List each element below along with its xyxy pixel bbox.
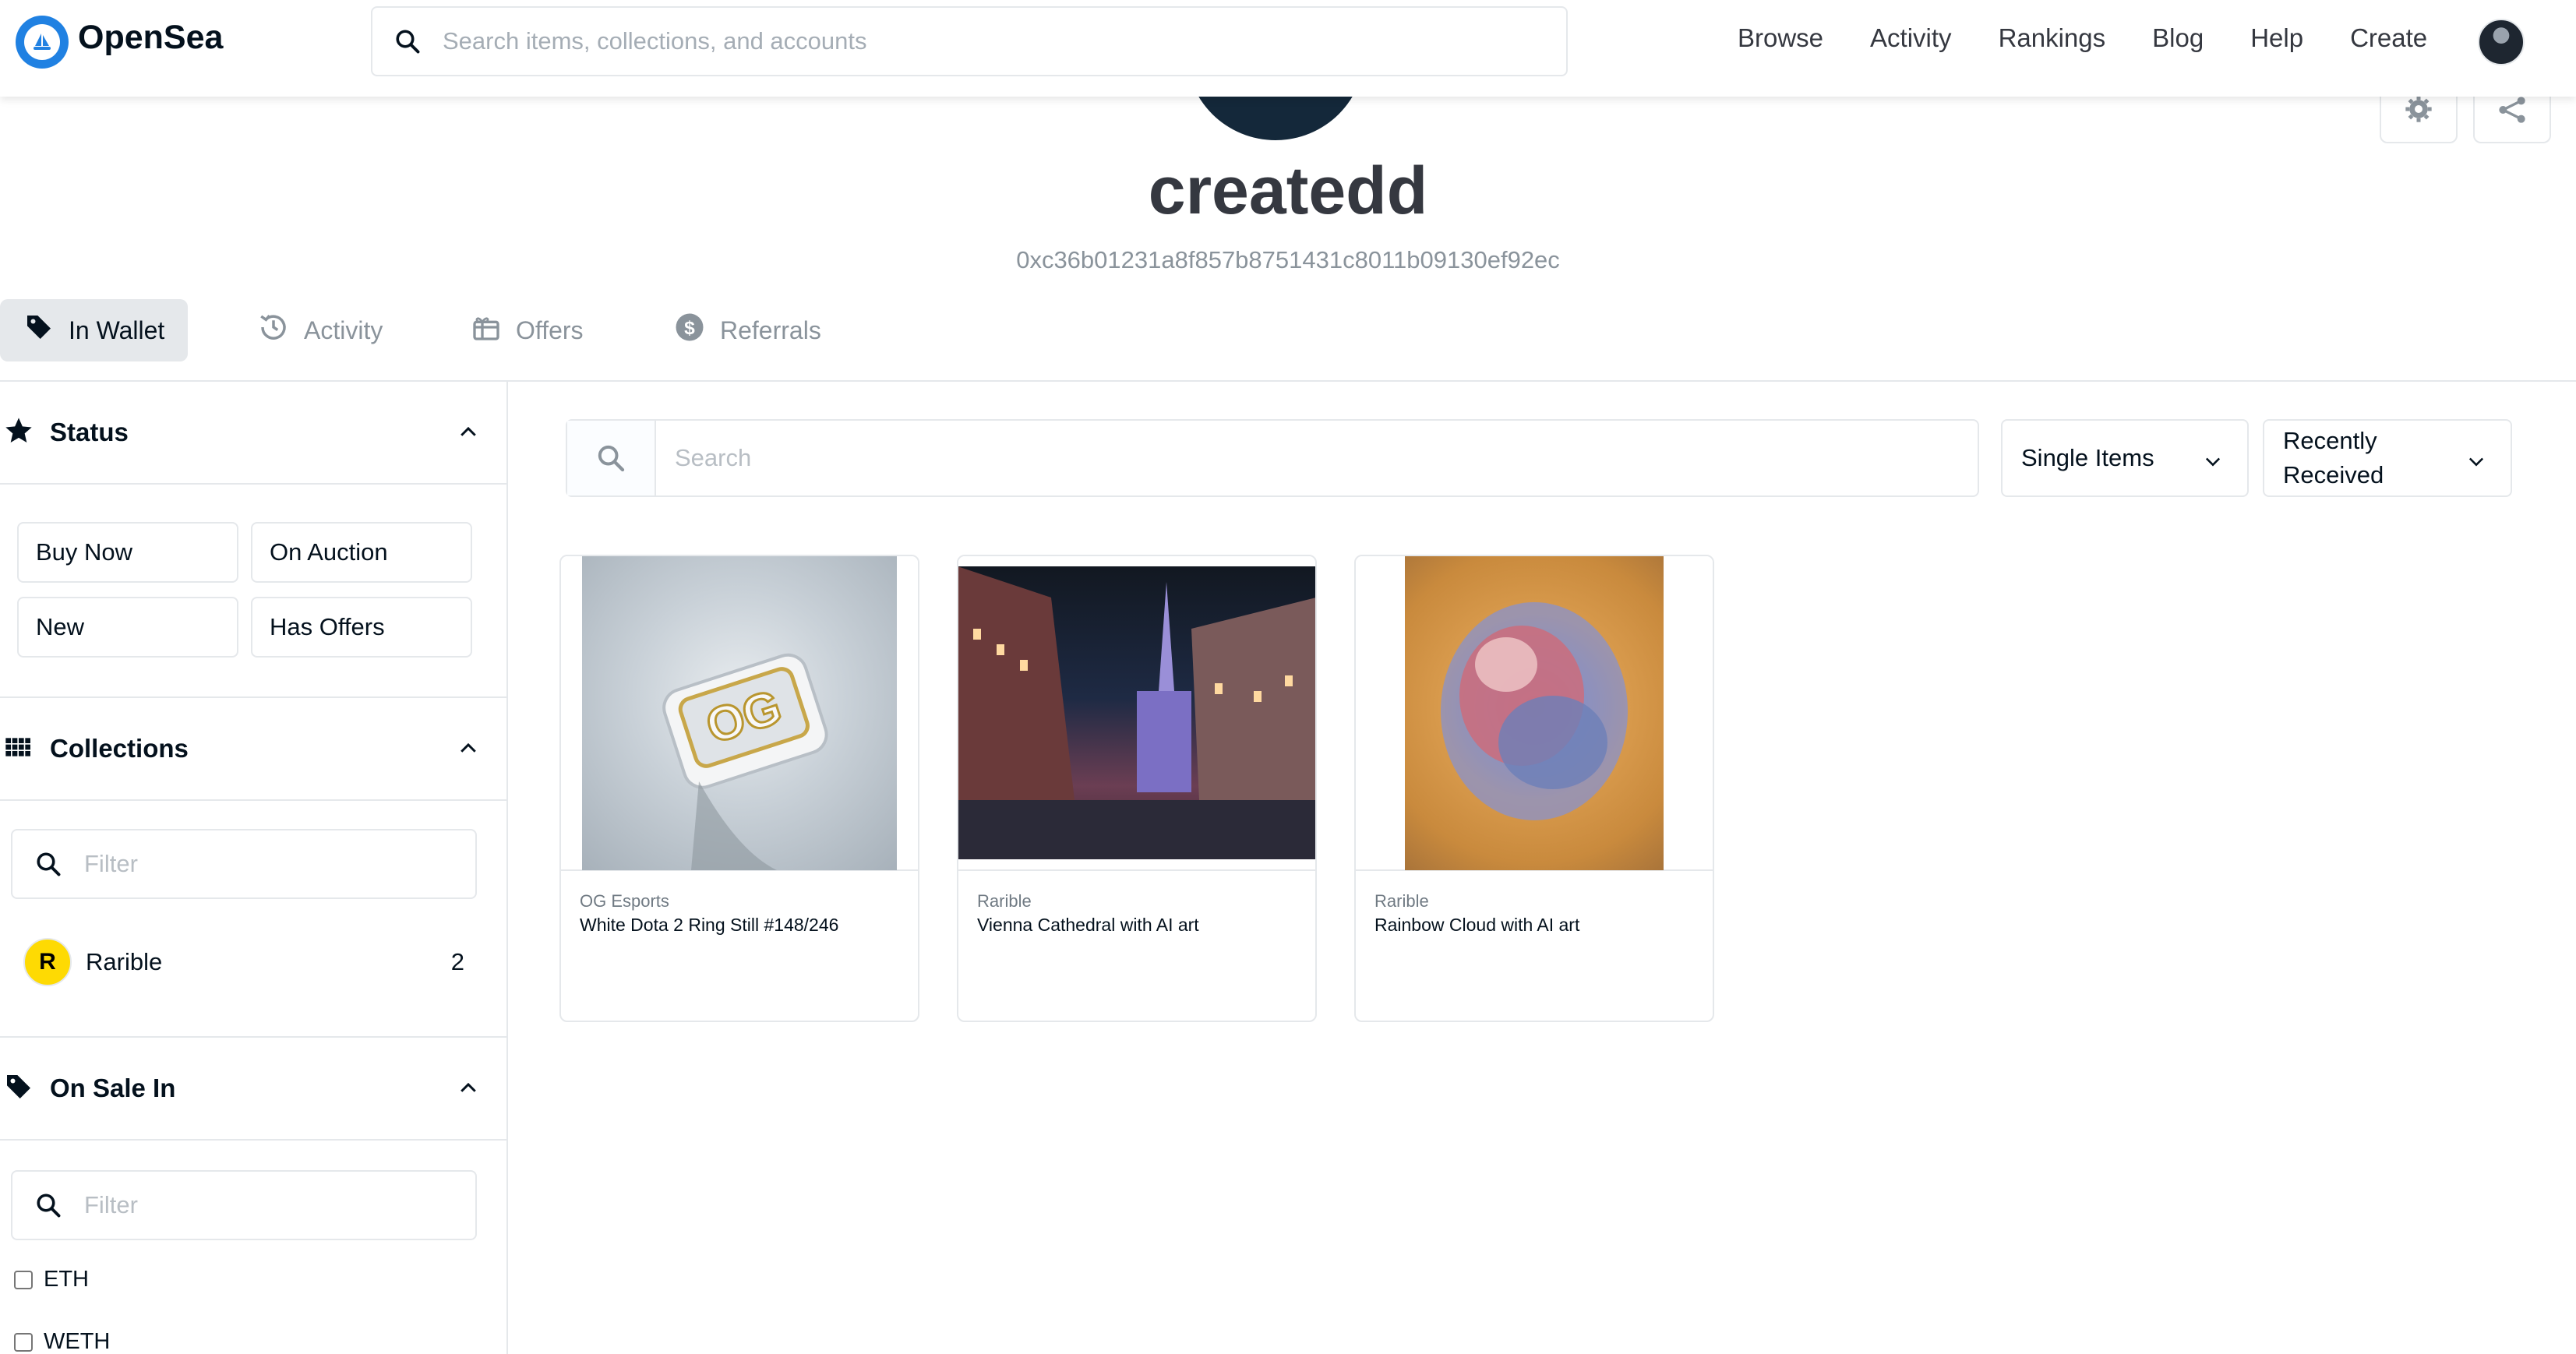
- on-sale-in-filter[interactable]: [11, 1170, 477, 1240]
- tag-icon: [3, 1071, 34, 1106]
- dollar-icon: $: [673, 311, 706, 350]
- currency-option-eth[interactable]: ETH: [14, 1267, 89, 1292]
- tab-offers[interactable]: Offers: [447, 299, 607, 361]
- status-title: Status: [50, 418, 129, 446]
- tab-label: Referrals: [720, 316, 821, 344]
- nft-card[interactable]: Rarible Vienna Cathedral with AI art: [957, 555, 1317, 1022]
- tab-label: Offers: [516, 316, 584, 344]
- tab-in-wallet[interactable]: In Wallet: [0, 299, 189, 361]
- opensea-logo-icon[interactable]: [16, 16, 69, 69]
- currency-label: WETH: [44, 1329, 111, 1354]
- global-search-input[interactable]: [443, 27, 1533, 55]
- tab-activity[interactable]: Activity: [234, 299, 406, 361]
- checkbox[interactable]: [14, 1332, 33, 1352]
- sort-value-line-2: Received: [2283, 461, 2384, 488]
- search-icon: [12, 850, 84, 878]
- tab-label: In Wallet: [69, 316, 165, 344]
- search-icon: [372, 27, 443, 55]
- item-type-value: Single Items: [2021, 444, 2154, 471]
- nft-collection-name[interactable]: Rarible: [1374, 891, 1429, 911]
- nav-link-rankings[interactable]: Rankings: [1999, 23, 2106, 53]
- item-type-select[interactable]: Single Items: [2001, 419, 2249, 497]
- collections-section-header[interactable]: Collections: [0, 698, 506, 801]
- star-icon: [3, 415, 34, 450]
- nft-card[interactable]: Rarible Rainbow Cloud with AI art: [1354, 555, 1714, 1022]
- chevron-up-icon[interactable]: [457, 737, 480, 764]
- status-has-offers-button[interactable]: Has Offers: [251, 597, 472, 658]
- share-icon: [2497, 94, 2528, 129]
- on-sale-in-filter-input[interactable]: [84, 1191, 458, 1219]
- nft-title[interactable]: White Dota 2 Ring Still #148/246: [580, 915, 838, 936]
- collection-name: Rarible: [86, 948, 163, 975]
- nav-link-browse[interactable]: Browse: [1738, 23, 1823, 53]
- nft-card[interactable]: OG OG Esports White Dota 2 Ring Still #1…: [559, 555, 919, 1022]
- chevron-up-icon[interactable]: [457, 1077, 480, 1104]
- top-navigation: OpenSea Browse Activity Rankings Blog He…: [0, 0, 2576, 97]
- currency-label: ETH: [44, 1267, 89, 1292]
- user-avatar[interactable]: [2478, 19, 2525, 65]
- nav-link-help[interactable]: Help: [2250, 23, 2303, 53]
- items-search-bar[interactable]: [566, 419, 1979, 497]
- items-search-input[interactable]: [656, 421, 1973, 495]
- gear-icon: [2403, 93, 2434, 129]
- brand-name[interactable]: OpenSea: [78, 19, 223, 57]
- tag-icon: [23, 312, 55, 349]
- grid-icon: [3, 732, 34, 767]
- collection-item-rarible[interactable]: R Rarible 2: [23, 935, 475, 989]
- chevron-down-icon: [2202, 450, 2224, 478]
- sort-value: Recently Received: [2283, 424, 2439, 492]
- nav-link-create[interactable]: Create: [2350, 23, 2427, 53]
- search-icon: [12, 1191, 84, 1219]
- collections-filter-input[interactable]: [84, 850, 458, 878]
- collection-count: 2: [450, 948, 464, 975]
- profile-username: createdd: [1148, 153, 1428, 228]
- collections-title: Collections: [50, 734, 189, 763]
- nft-collection-name[interactable]: Rarible: [977, 891, 1032, 911]
- nft-title[interactable]: Rainbow Cloud with AI art: [1374, 915, 1579, 936]
- nav-link-activity[interactable]: Activity: [1870, 23, 1952, 53]
- chevron-up-icon[interactable]: [457, 421, 480, 448]
- status-new-button[interactable]: New: [17, 597, 238, 658]
- search-icon: [567, 421, 656, 495]
- currency-option-weth[interactable]: WETH: [14, 1329, 110, 1354]
- nft-image[interactable]: [958, 556, 1315, 871]
- nft-image[interactable]: [1356, 556, 1713, 871]
- nav-link-blog[interactable]: Blog: [2152, 23, 2204, 53]
- sort-select[interactable]: Recently Received: [2263, 419, 2512, 497]
- gift-icon: [471, 312, 502, 349]
- chevron-down-icon: [2465, 450, 2487, 478]
- global-search-bar[interactable]: [371, 6, 1568, 76]
- tab-label: Activity: [304, 316, 383, 344]
- wallet-address[interactable]: 0xc36b01231a8f857b8751431c8011b09130ef92…: [0, 246, 2576, 274]
- svg-text:$: $: [684, 318, 695, 339]
- nft-image[interactable]: OG: [561, 556, 918, 871]
- status-section-body: Buy Now On Auction New Has Offers: [0, 485, 506, 698]
- nav-links: Browse Activity Rankings Blog Help Creat…: [1738, 23, 2427, 53]
- checkbox[interactable]: [14, 1270, 33, 1289]
- sort-value-line-1: Recently: [2283, 427, 2377, 454]
- on-sale-in-section-header[interactable]: On Sale In: [0, 1038, 506, 1141]
- tab-referrals[interactable]: $ Referrals: [650, 299, 845, 361]
- nft-title[interactable]: Vienna Cathedral with AI art: [977, 915, 1199, 936]
- rarible-logo-icon: R: [23, 938, 72, 986]
- collections-filter[interactable]: [11, 829, 477, 899]
- nft-collection-name[interactable]: OG Esports: [580, 891, 669, 911]
- history-icon: [257, 311, 290, 350]
- status-buy-now-button[interactable]: Buy Now: [17, 522, 238, 583]
- status-section-header[interactable]: Status: [0, 382, 506, 485]
- status-on-auction-button[interactable]: On Auction: [251, 522, 472, 583]
- on-sale-in-title: On Sale In: [50, 1074, 176, 1102]
